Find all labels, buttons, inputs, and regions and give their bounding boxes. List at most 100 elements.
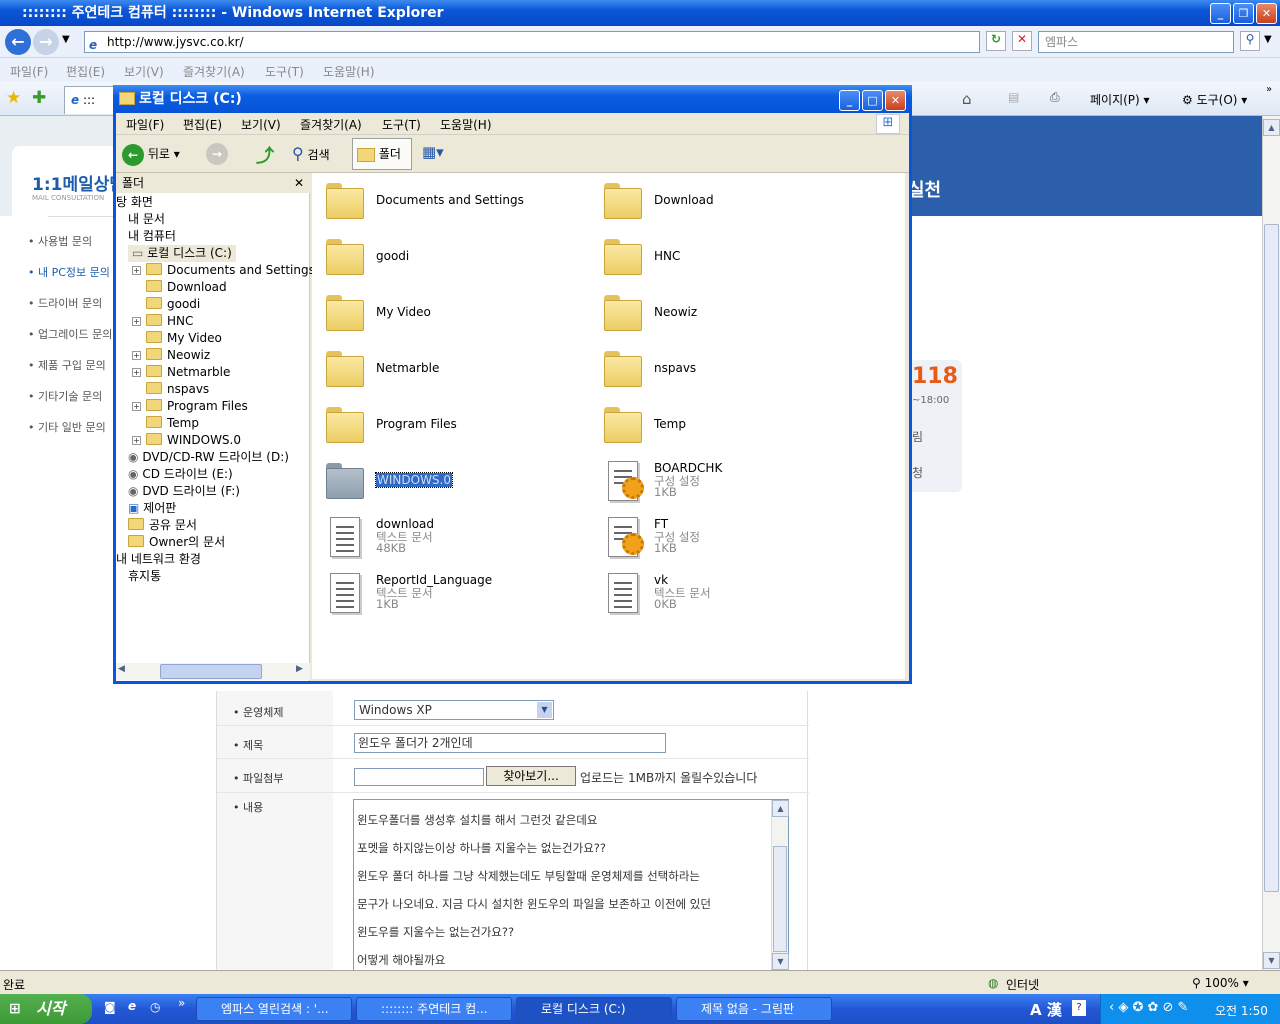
file-item-my-video[interactable]: My Video (318, 289, 588, 341)
file-item-boardchk[interactable]: BOARDCHK 구성 설정 1KB (596, 457, 866, 509)
expand-icon[interactable]: + (132, 266, 141, 275)
explorer-maximize-button[interactable]: □ (862, 90, 883, 111)
tree-item-windows0[interactable]: WINDOWS.0 (146, 432, 241, 449)
more-icon[interactable]: » (178, 996, 185, 1010)
favorites-star-icon[interactable]: ★ (6, 88, 21, 108)
tree-item-goodi[interactable]: goodi (146, 296, 200, 313)
media-quicklaunch-icon[interactable]: ◷ (150, 1000, 160, 1014)
home-icon[interactable]: ⌂ (962, 90, 972, 108)
tree-item-my-computer[interactable]: 내 컴퓨터 (128, 228, 176, 245)
search-button[interactable]: ⚲ 검색 (292, 141, 330, 167)
tree-item-local-disk[interactable]: ▭ 로컬 디스크 (C:) (128, 245, 236, 262)
help-icon[interactable]: ? (1072, 1000, 1086, 1016)
chevron-down-icon[interactable]: ▼ (537, 702, 552, 718)
file-item-nspavs[interactable]: nspavs (596, 345, 866, 397)
quicklaunch-icon[interactable]: ◙ (104, 1000, 116, 1014)
scroll-down-icon[interactable]: ▼ (772, 953, 789, 970)
search-icon[interactable]: ⚲ (1240, 31, 1260, 51)
menu-favorites[interactable]: 즐겨찾기(A) (183, 63, 245, 80)
menu-tools[interactable]: 도구(T) (265, 63, 304, 80)
scroll-left-icon[interactable]: ◀ (118, 664, 125, 674)
file-item-windows0[interactable]: WINDOWS.0 (318, 457, 588, 509)
file-item-ft[interactable]: FT 구성 설정 1KB (596, 513, 866, 565)
page-scrollbar[interactable]: ▲ ▼ (1262, 116, 1280, 970)
tree-item-hnc[interactable]: HNC (146, 313, 193, 330)
menu-view[interactable]: 보기(V) (124, 63, 164, 80)
task-paint[interactable]: 제목 없음 - 그림판 (676, 997, 832, 1021)
tree-item-recycle-bin[interactable]: 휴지통 (128, 568, 161, 585)
tree-item-program-files[interactable]: Program Files (146, 398, 248, 415)
file-item-program-files[interactable]: Program Files (318, 401, 588, 453)
tree-scrollbar[interactable]: ◀ ▶ (116, 663, 310, 680)
explorer-minimize-button[interactable]: _ (839, 90, 860, 111)
history-dropdown-icon[interactable]: ▼ (62, 34, 70, 45)
exp-menu-help[interactable]: 도움말(H) (440, 116, 492, 133)
tree-item-shared-docs[interactable]: 공유 문서 (128, 517, 197, 534)
file-item-temp[interactable]: Temp (596, 401, 866, 453)
tree-item-my-documents[interactable]: 내 문서 (128, 211, 165, 228)
tree-item-drive-e[interactable]: ◉ CD 드라이브 (E:) (128, 466, 233, 483)
tree-item-nspavs[interactable]: nspavs (146, 381, 209, 398)
page-menu-button[interactable]: 페이지(P) ▾ (1090, 91, 1150, 108)
scroll-down-icon[interactable]: ▼ (1263, 952, 1280, 969)
add-favorite-icon[interactable]: ✚ (32, 88, 46, 108)
file-item-documents-and-settings[interactable]: Documents and Settings (318, 177, 588, 229)
minimize-button[interactable]: _ (1210, 3, 1231, 24)
browse-button[interactable]: 찾아보기... (486, 766, 576, 786)
zoom-control[interactable]: ⚲ 100% ▾ (1192, 976, 1249, 990)
search-dropdown-icon[interactable]: ▼ (1264, 34, 1272, 45)
tree-item-owner-docs[interactable]: Owner의 문서 (128, 534, 225, 551)
tree-item-control-panel[interactable]: ▣ 제어판 (128, 500, 176, 517)
tree-item-my-video[interactable]: My Video (146, 330, 222, 347)
expand-icon[interactable]: + (132, 317, 141, 326)
tools-menu-button[interactable]: ⚙ 도구(O) ▾ (1182, 91, 1247, 108)
close-pane-icon[interactable]: ✕ (294, 173, 304, 193)
task-empas[interactable]: 엠파스 열린검색 : '... (196, 997, 352, 1021)
file-item-neowiz[interactable]: Neowiz (596, 289, 866, 341)
file-item-goodi[interactable]: goodi (318, 233, 588, 285)
menu-help[interactable]: 도움말(H) (323, 63, 375, 80)
tree-item-download[interactable]: Download (146, 279, 227, 296)
task-local-disk[interactable]: 로컬 디스크 (C:) (516, 997, 672, 1021)
tree-item-neowiz[interactable]: Neowiz (146, 347, 210, 364)
menu-edit[interactable]: 편집(E) (66, 63, 105, 80)
views-icon[interactable]: ▦▾ (422, 143, 444, 161)
menu-file[interactable]: 파일(F) (10, 63, 48, 80)
more-commands-icon[interactable]: » (1266, 84, 1272, 95)
file-item-vk[interactable]: vk 텍스트 문서 0KB (596, 569, 866, 621)
tree-item-drive-f[interactable]: ◉ DVD 드라이브 (F:) (128, 483, 240, 500)
exp-menu-favorites[interactable]: 즐겨찾기(A) (300, 116, 362, 133)
address-input[interactable]: e http://www.jysvc.co.kr/ (84, 31, 980, 53)
file-input[interactable] (354, 768, 484, 786)
back-icon[interactable]: ← (5, 29, 31, 55)
exp-menu-view[interactable]: 보기(V) (241, 116, 281, 133)
ime-icon[interactable]: A 漢 (1030, 999, 1062, 1020)
back-button[interactable]: ← 뒤로 ▾ (122, 141, 180, 167)
file-item-reportid-language[interactable]: ReportId_Language 텍스트 문서 1KB (318, 569, 588, 621)
file-item-download-txt[interactable]: download 텍스트 문서 48KB (318, 513, 588, 565)
print-icon[interactable]: ⎙ (1050, 90, 1060, 105)
file-item-netmarble[interactable]: Netmarble (318, 345, 588, 397)
tree-item-desktop[interactable]: 탕 화면 (116, 194, 153, 211)
ie-title-bar[interactable]: :::::::: 주연테크 컴퓨터 :::::::: - Windows Int… (0, 0, 1280, 26)
scroll-thumb[interactable] (773, 846, 787, 952)
ie-quicklaunch-icon[interactable]: e (128, 999, 136, 1013)
refresh-icon[interactable]: ↻ (986, 31, 1006, 51)
exp-menu-tools[interactable]: 도구(T) (382, 116, 421, 133)
expand-icon[interactable]: + (132, 402, 141, 411)
file-item-download[interactable]: Download (596, 177, 866, 229)
tree-item-network[interactable]: 내 네트워크 환경 (116, 551, 201, 568)
tree-item-documents-and-settings[interactable]: Documents and Settings (146, 262, 315, 279)
tree-item-temp[interactable]: Temp (146, 415, 199, 432)
os-select[interactable]: Windows XP ▼ (354, 700, 554, 720)
file-item-hnc[interactable]: HNC (596, 233, 866, 285)
textarea-scrollbar[interactable]: ▲ ▼ (771, 800, 789, 970)
expand-icon[interactable]: + (132, 436, 141, 445)
feeds-icon[interactable]: ▤ (1008, 90, 1019, 104)
explorer-close-button[interactable]: ✕ (885, 90, 906, 111)
explorer-title-bar[interactable]: 로컬 디스크 (C:) (113, 85, 912, 113)
exp-menu-file[interactable]: 파일(F) (126, 116, 164, 133)
search-input[interactable]: 엠파스 (1038, 31, 1234, 53)
up-folder-icon[interactable]: ⤴ (256, 142, 274, 168)
scroll-right-icon[interactable]: ▶ (296, 664, 303, 674)
